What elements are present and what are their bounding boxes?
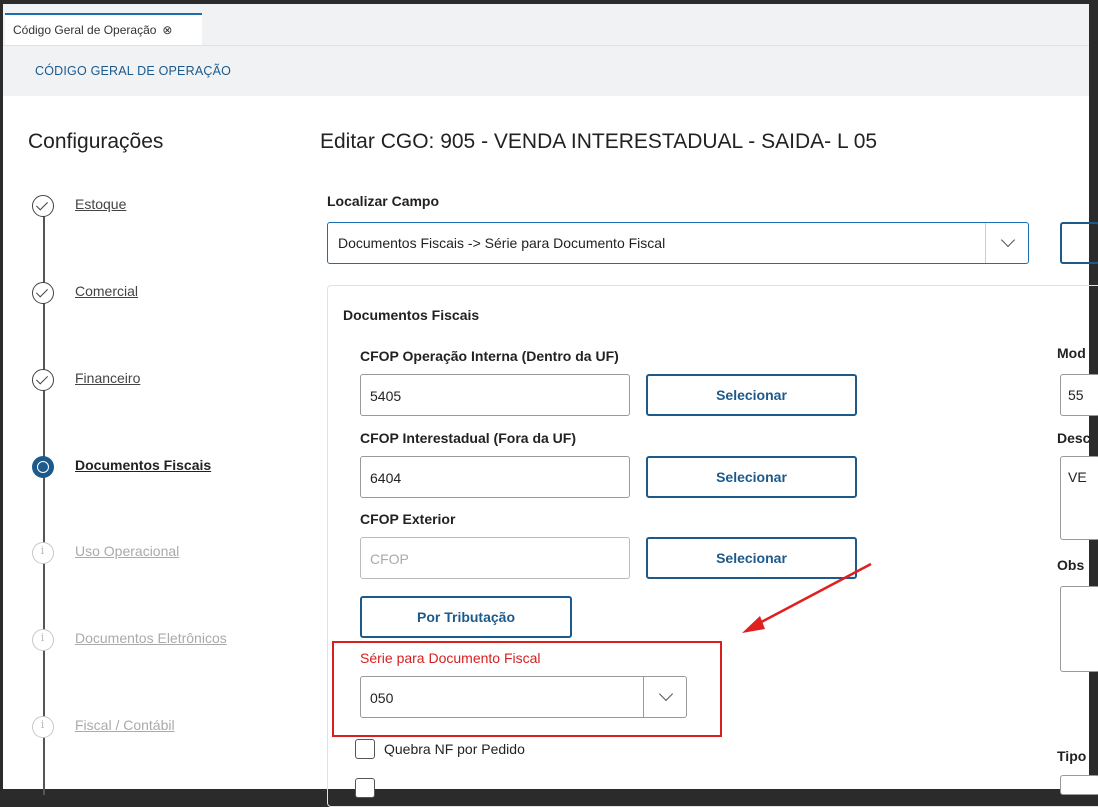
locate-field-value[interactable]: Documentos Fiscais -> Série para Documen…: [338, 235, 665, 251]
quebra-nf-label[interactable]: Quebra NF por Pedido: [384, 741, 525, 757]
locate-field-select[interactable]: Documentos Fiscais -> Série para Documen…: [327, 222, 1029, 264]
sidebar-item-label[interactable]: Uso Operacional: [75, 543, 179, 559]
select-cfop-interna-button[interactable]: Selecionar: [646, 374, 857, 416]
serie-value[interactable]: 050: [370, 690, 393, 706]
quebra-nf-checkbox[interactable]: [355, 739, 375, 759]
chevron-down-icon[interactable]: [1000, 232, 1016, 248]
tab-label: Código Geral de Operação: [13, 23, 157, 37]
tipo-label: Tipo: [1057, 748, 1087, 764]
por-tributacao-button[interactable]: Por Tributação: [360, 596, 572, 638]
cfop-interna-label: CFOP Operação Interna (Dentro da UF): [360, 348, 619, 364]
check-circle-icon: [32, 195, 54, 217]
tab-codigo-geral[interactable]: Código Geral de Operação ⊗: [5, 13, 202, 45]
info-circle-icon: [32, 716, 54, 738]
sidebar-item-label[interactable]: Comercial: [75, 283, 138, 299]
cfop-interestadual-label: CFOP Interestadual (Fora da UF): [360, 430, 576, 446]
page-header: CÓDIGO GERAL DE OPERAÇÃO: [3, 46, 1089, 96]
info-circle-icon: [32, 542, 54, 564]
close-icon[interactable]: ⊗: [162, 23, 172, 37]
sidebar-title: Configurações: [28, 130, 164, 153]
sidebar-item-label[interactable]: Documentos Fiscais: [75, 457, 211, 473]
info-circle-icon: [32, 629, 54, 651]
desc-textarea[interactable]: VE: [1060, 456, 1098, 540]
select-cfop-interestadual-button[interactable]: Selecionar: [646, 456, 857, 498]
mod-label: Mod: [1057, 345, 1086, 361]
sidebar-item-label[interactable]: Documentos Eletrônicos: [75, 630, 227, 646]
desc-value[interactable]: VE: [1068, 469, 1087, 485]
select-cfop-exterior-button[interactable]: Selecionar: [646, 537, 857, 579]
obs-label: Obs: [1057, 557, 1085, 573]
section-title: Documentos Fiscais: [343, 307, 480, 323]
locate-field-label: Localizar Campo: [327, 193, 440, 209]
cfop-exterior-placeholder[interactable]: CFOP: [370, 551, 409, 567]
mod-value[interactable]: 55: [1068, 387, 1084, 403]
cfop-exterior-input[interactable]: CFOP: [360, 537, 630, 579]
page-title: Editar CGO: 905 - VENDA INTERESTADUAL - …: [320, 130, 878, 153]
second-checkbox[interactable]: [355, 778, 375, 798]
current-step-icon: [32, 456, 54, 478]
sidebar-item-label[interactable]: Fiscal / Contábil: [75, 717, 175, 733]
cfop-interna-input[interactable]: 5405: [360, 374, 630, 416]
divider: [643, 677, 644, 717]
serie-documento-fiscal-select[interactable]: 050: [360, 676, 687, 718]
locate-action-button[interactable]: [1060, 222, 1098, 264]
chevron-down-icon[interactable]: [658, 686, 674, 702]
cfop-interna-value[interactable]: 5405: [370, 388, 401, 404]
check-circle-icon: [32, 282, 54, 304]
tab-bar: Código Geral de Operação ⊗: [3, 4, 1089, 46]
tipo-input[interactable]: [1060, 775, 1098, 795]
sidebar-item-label[interactable]: Financeiro: [75, 370, 140, 386]
divider: [985, 223, 986, 263]
page-header-title: CÓDIGO GERAL DE OPERAÇÃO: [35, 64, 232, 78]
mod-input[interactable]: 55: [1060, 374, 1098, 416]
desc-label: Desc: [1057, 430, 1091, 446]
cfop-interestadual-value[interactable]: 6404: [370, 470, 401, 486]
sidebar-item-label[interactable]: Estoque: [75, 196, 126, 212]
cfop-exterior-label: CFOP Exterior: [360, 511, 456, 527]
check-circle-icon: [32, 369, 54, 391]
obs-textarea[interactable]: [1060, 586, 1098, 672]
cfop-interestadual-input[interactable]: 6404: [360, 456, 630, 498]
serie-documento-fiscal-label: Série para Documento Fiscal: [360, 650, 541, 666]
